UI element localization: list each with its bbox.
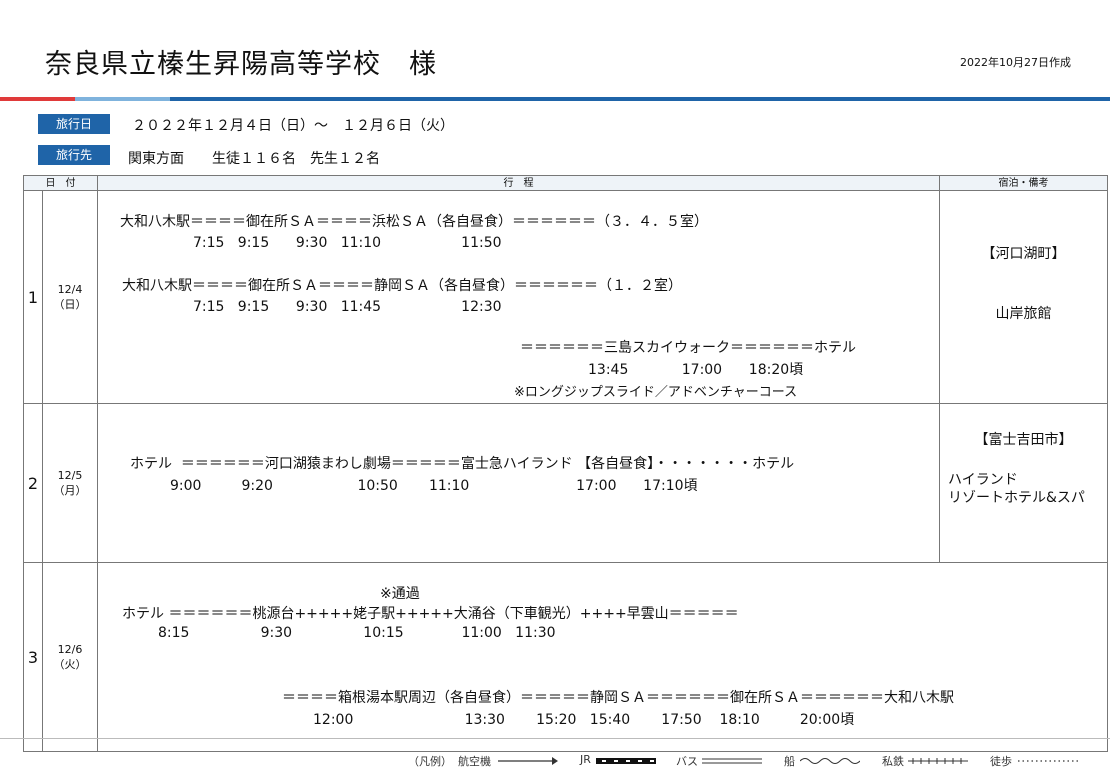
- legend-air-label: 航空機: [458, 755, 491, 768]
- header-date: 日 付: [23, 175, 98, 191]
- itinerary-times: 13:45 17:00 18:20頃: [588, 362, 804, 378]
- airplane-line-icon: [498, 757, 558, 765]
- legend-bus-label: バス: [676, 755, 698, 768]
- bus-line-icon: [702, 758, 762, 764]
- lodging-name: 山岸旅館: [995, 306, 1052, 322]
- table-row: 3 12/6 （火） ※通過 ホテル ＝＝＝＝＝＝桃源台+++++姥子駅++++…: [23, 562, 1108, 752]
- day-value: （日）: [53, 298, 87, 311]
- row-date: 12/4 （日）: [42, 190, 98, 404]
- header-rule: [170, 97, 1110, 101]
- itinerary-times: 9:00 9:20 10:50 11:10 17:00 17:10頃: [170, 478, 698, 494]
- jr-line-icon: [596, 758, 656, 764]
- itinerary-times: 12:00 13:30 15:20 15:40 17:50 18:10 20:0…: [313, 712, 855, 728]
- table-row: 2 12/5 （月） ホテル ＝＝＝＝＝＝河口湖猿まわし劇場＝＝＝＝＝富士急ハイ…: [23, 403, 1108, 563]
- header-accent-red: [0, 97, 75, 101]
- row-number: 2: [23, 403, 43, 563]
- ship-line-icon: [800, 758, 860, 764]
- lodging-area: 【富士吉田市】: [974, 432, 1073, 448]
- remarks-cell: 【富士吉田市】 ハイランド リゾートホテル&スパ: [939, 403, 1108, 563]
- day-value: （月）: [53, 484, 87, 497]
- travel-date-label: 旅行日: [38, 114, 110, 134]
- itinerary-times: 7:15 9:15 9:30 11:45 12:30: [193, 299, 502, 315]
- page-title: 奈良県立榛生昇陽高等学校 様: [45, 49, 437, 80]
- created-date: 2022年10月27日作成: [960, 56, 1071, 69]
- itinerary-note: ※通過: [380, 586, 420, 602]
- legend-ship-label: 船: [784, 755, 795, 768]
- itinerary-cell: ※通過 ホテル ＝＝＝＝＝＝桃源台+++++姥子駅+++++大涌谷（下車観光）+…: [97, 562, 1108, 752]
- lodging-name: ハイランド リゾートホテル&スパ: [948, 472, 1085, 506]
- walk-line-icon: [1018, 760, 1078, 762]
- itinerary-line: ホテル ＝＝＝＝＝＝河口湖猿まわし劇場＝＝＝＝＝富士急ハイランド 【各自昼食】・…: [130, 456, 795, 472]
- itinerary-cell: ホテル ＝＝＝＝＝＝河口湖猿まわし劇場＝＝＝＝＝富士急ハイランド 【各自昼食】・…: [97, 403, 940, 563]
- legend-title: （凡例）: [408, 755, 452, 768]
- itinerary-line: 大和八木駅＝＝＝＝御在所ＳＡ＝＝＝＝静岡ＳＡ（各自昼食）＝＝＝＝＝＝（１．２室）: [122, 278, 682, 294]
- table-header-row: 日 付 行 程 宿泊・備考: [23, 175, 1108, 191]
- table-row: 1 12/4 （日） 大和八木駅＝＝＝＝御在所ＳＡ＝＝＝＝浜松ＳＡ（各自昼食）＝…: [23, 190, 1108, 404]
- itinerary-note: ※ロングジップスライド／アドベンチャーコース: [514, 385, 798, 400]
- legend-jr-label: JR: [580, 753, 591, 766]
- header-remarks: 宿泊・備考: [939, 175, 1108, 191]
- row-date: 12/5 （月）: [42, 403, 98, 563]
- row-date: 12/6 （火）: [42, 562, 98, 752]
- row-number: 1: [23, 190, 43, 404]
- footer-divider: [0, 738, 1110, 739]
- date-value: 12/5: [57, 469, 83, 482]
- itinerary-times: 7:15 9:15 9:30 11:10 11:50: [193, 235, 502, 251]
- header-itinerary: 行 程: [97, 175, 940, 191]
- row-number: 3: [23, 562, 43, 752]
- destination-value: 関東方面 生徒１１６名 先生１２名: [128, 151, 380, 167]
- date-value: 12/6: [57, 643, 83, 656]
- legend-private-rail-label: 私鉄: [882, 755, 904, 768]
- lodging-area: 【河口湖町】: [981, 246, 1066, 262]
- header-accent-light: [75, 97, 170, 101]
- destination-label: 旅行先: [38, 145, 110, 165]
- itinerary-times: 8:15 9:30 10:15 11:00 11:30: [158, 625, 556, 641]
- itinerary-line: ホテル ＝＝＝＝＝＝桃源台+++++姥子駅+++++大涌谷（下車観光）++++早…: [122, 606, 739, 622]
- legend-walk-label: 徒歩: [990, 755, 1012, 768]
- itinerary-cell: 大和八木駅＝＝＝＝御在所ＳＡ＝＝＝＝浜松ＳＡ（各自昼食）＝＝＝＝＝＝（３．４．５…: [97, 190, 940, 404]
- itinerary-line: ＝＝＝＝＝＝三島スカイウォーク＝＝＝＝＝＝ホテル: [520, 340, 856, 356]
- remarks-cell: 【河口湖町】 山岸旅館: [939, 190, 1108, 404]
- itinerary-line: ＝＝＝＝箱根湯本駅周辺（各自昼食）＝＝＝＝＝静岡ＳＡ＝＝＝＝＝＝御在所ＳＡ＝＝＝…: [282, 690, 954, 706]
- date-value: 12/4: [57, 283, 83, 296]
- day-value: （火）: [53, 658, 87, 671]
- itinerary-line: 大和八木駅＝＝＝＝御在所ＳＡ＝＝＝＝浜松ＳＡ（各自昼食）＝＝＝＝＝＝（３．４．５…: [120, 214, 708, 230]
- travel-date-value: ２０２２年１２月４日（日）～ １２月６日（火）: [132, 118, 454, 134]
- private-rail-line-icon: [908, 758, 968, 764]
- itinerary-table: 日 付 行 程 宿泊・備考 1 12/4 （日） 大和八木駅＝＝＝＝御在所ＳＡ＝…: [23, 175, 1108, 752]
